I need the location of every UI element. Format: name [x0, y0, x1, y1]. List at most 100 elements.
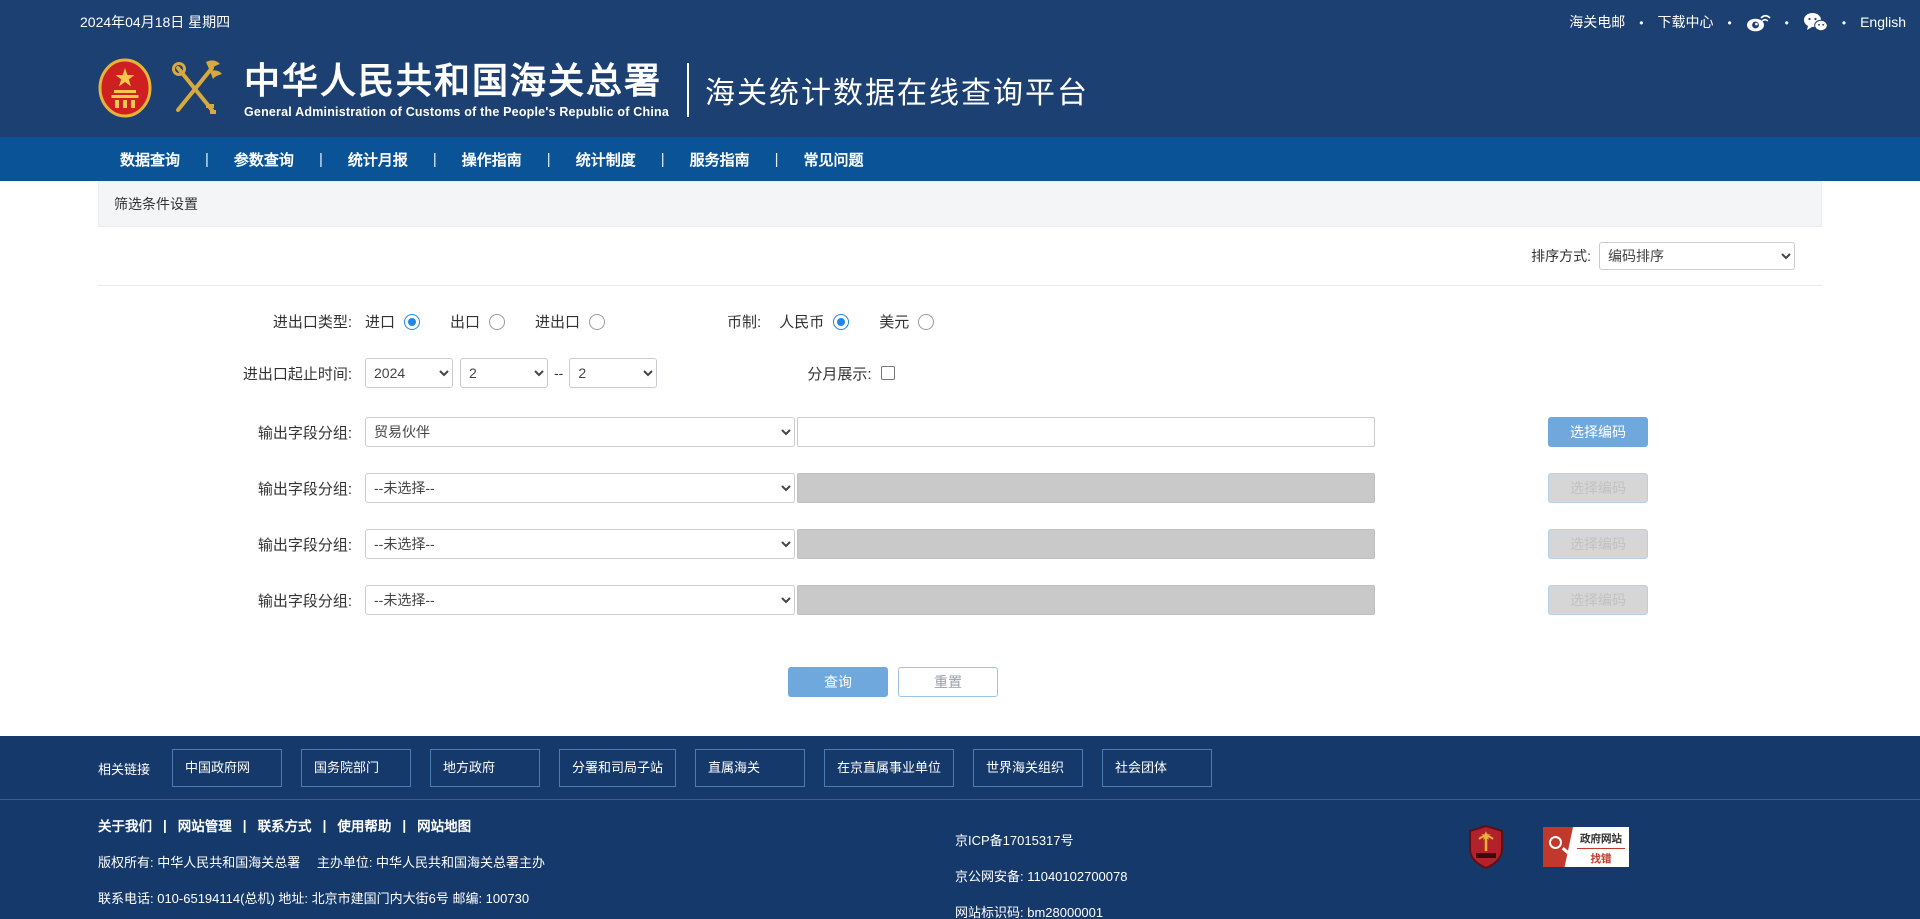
magnifier-icon	[1543, 827, 1573, 867]
download-center-link[interactable]: 下载中心	[1657, 12, 1713, 32]
nav-item-param-query[interactable]: 参数查询	[234, 149, 294, 170]
monthly-display-checkbox[interactable]	[881, 366, 895, 380]
footer-registration-block: 京ICP备17015317号 京公网安备: 11040102700078 网站标…	[955, 830, 1127, 919]
footer-link-separator: |	[402, 818, 406, 833]
period-separator: --	[554, 365, 563, 381]
nav-separator: |	[433, 151, 437, 168]
footer-help-link[interactable]: 使用帮助	[337, 815, 391, 835]
police-badge-icon[interactable]	[1468, 825, 1504, 874]
year-select[interactable]: 2024	[365, 358, 453, 388]
period-label: 进出口起止时间:	[98, 363, 352, 384]
output-group-row-3: 输出字段分组: --未选择-- 选择编码	[98, 529, 1822, 559]
footer-sitemap-link[interactable]: 网站地图	[417, 815, 471, 835]
nav-item-operation-guide[interactable]: 操作指南	[462, 149, 522, 170]
footer: 相关链接 中国政府网 国务院部门 地方政府 分署和司局子站 直属海关 在京直属事…	[0, 736, 1920, 919]
footer-link-social-orgs[interactable]: 社会团体	[1102, 749, 1212, 787]
dot-separator	[1713, 14, 1745, 30]
period-controls: 2024 2 -- 2 分月展示:	[365, 358, 895, 388]
customs-emblem-icon	[166, 58, 224, 123]
output-group-label: 输出字段分组:	[98, 534, 352, 555]
trade-type-label: 进出口类型:	[98, 311, 352, 332]
dot-separator	[1828, 14, 1860, 30]
output-group-controls: 贸易伙伴 选择编码	[365, 417, 1822, 447]
national-emblem-icon	[98, 58, 152, 123]
site-header: 中华人民共和国海关总署 General Administration of Cu…	[0, 43, 1920, 137]
error-report-badge[interactable]: 政府网站 找错	[1543, 827, 1629, 867]
radio-import-export[interactable]: 进出口	[535, 311, 605, 332]
footer-link-beijing-units[interactable]: 在京直属事业单位	[824, 749, 954, 787]
dot-separator	[1771, 14, 1803, 30]
related-links-row: 相关链接 中国政府网 国务院部门 地方政府 分署和司局子站 直属海关 在京直属事…	[98, 749, 1822, 787]
footer-link-direct-customs[interactable]: 直属海关	[695, 749, 805, 787]
top-bar: 2024年04月18日 星期四 海关电邮 下载中心	[0, 0, 1920, 43]
select-code-button-2: 选择编码	[1548, 473, 1648, 503]
error-badge-line2: 找错	[1573, 851, 1629, 866]
period-row: 进出口起止时间: 2024 2 -- 2 分月展示:	[98, 358, 1822, 388]
platform-title: 海关统计数据在线查询平台	[705, 68, 1089, 112]
output-group-input-4	[797, 585, 1375, 615]
weibo-icon[interactable]	[1746, 12, 1771, 32]
footer-link-local-gov[interactable]: 地方政府	[430, 749, 540, 787]
output-group-input-2	[797, 473, 1375, 503]
footer-link-separator: |	[163, 818, 167, 833]
sort-select[interactable]: 编码排序	[1599, 242, 1795, 270]
output-group-label: 输出字段分组:	[98, 422, 352, 443]
nav-item-service-guide[interactable]: 服务指南	[690, 149, 750, 170]
nav-item-monthly-report[interactable]: 统计月报	[348, 149, 408, 170]
radio-export-circle	[489, 314, 505, 330]
section-divider	[98, 285, 1822, 286]
footer-contact-link[interactable]: 联系方式	[258, 815, 312, 835]
radio-usd[interactable]: 美元	[879, 311, 934, 332]
footer-bottom: 关于我们 | 网站管理 | 联系方式 | 使用帮助 | 网站地图 版权所有: 中…	[0, 799, 1920, 906]
output-group-row-1: 输出字段分组: 贸易伙伴 选择编码	[98, 417, 1822, 447]
footer-link-separator: |	[243, 818, 247, 833]
sort-label: 排序方式:	[1531, 246, 1591, 266]
output-group-controls: --未选择-- 选择编码	[365, 473, 1822, 503]
radio-export[interactable]: 出口	[450, 311, 505, 332]
footer-link-gov-portal[interactable]: 中国政府网	[172, 749, 282, 787]
select-code-button-4: 选择编码	[1548, 585, 1648, 615]
nav-item-statistics-system[interactable]: 统计制度	[576, 149, 636, 170]
start-month-select[interactable]: 2	[460, 358, 548, 388]
footer-bottom-inner: 关于我们 | 网站管理 | 联系方式 | 使用帮助 | 网站地图 版权所有: 中…	[98, 815, 1822, 906]
customs-mail-link[interactable]: 海关电邮	[1569, 12, 1625, 32]
error-badge-line1: 政府网站	[1573, 831, 1629, 846]
select-code-button-1[interactable]: 选择编码	[1548, 417, 1648, 447]
radio-export-label: 出口	[450, 311, 480, 332]
org-name-cn: 中华人民共和国海关总署	[244, 62, 669, 100]
select-code-button-3: 选择编码	[1548, 529, 1648, 559]
main-content: 筛选条件设置 排序方式: 编码排序 进出口类型: 进口 出口 进出口 币制:	[98, 181, 1822, 736]
trade-type-controls: 进口 出口 进出口 币制: 人民币 美元	[365, 311, 964, 332]
site-identification-code: 网站标识码: bm28000001	[955, 902, 1127, 919]
query-button[interactable]: 查询	[788, 667, 888, 697]
output-group-select-4[interactable]: --未选择--	[365, 585, 795, 615]
top-bar-links: 海关电邮 下载中心 Englis	[1569, 12, 1906, 32]
dot-separator	[1625, 14, 1657, 30]
currency-label: 币制:	[727, 311, 761, 332]
nav-item-faq[interactable]: 常见问题	[804, 149, 864, 170]
nav-item-data-query[interactable]: 数据查询	[120, 149, 180, 170]
footer-link-separator: |	[323, 818, 327, 833]
footer-link-branch-sites[interactable]: 分署和司局子站	[559, 749, 676, 787]
radio-usd-label: 美元	[879, 311, 909, 332]
output-group-select-3[interactable]: --未选择--	[365, 529, 795, 559]
output-group-select-2[interactable]: --未选择--	[365, 473, 795, 503]
icp-number: 京ICP备17015317号	[955, 830, 1127, 849]
output-group-input-1[interactable]	[797, 417, 1375, 447]
wechat-icon[interactable]	[1803, 12, 1828, 32]
footer-link-state-council[interactable]: 国务院部门	[301, 749, 411, 787]
end-month-select[interactable]: 2	[569, 358, 657, 388]
output-group-input-3	[797, 529, 1375, 559]
language-toggle-english[interactable]: English	[1860, 14, 1906, 30]
footer-link-wco[interactable]: 世界海关组织	[973, 749, 1083, 787]
current-date: 2024年04月18日 星期四	[80, 12, 230, 32]
footer-about-link[interactable]: 关于我们	[98, 815, 152, 835]
radio-import[interactable]: 进口	[365, 311, 420, 332]
main-nav: 数据查询 | 参数查询 | 统计月报 | 操作指南 | 统计制度 | 服务指南 …	[0, 137, 1920, 181]
radio-rmb[interactable]: 人民币	[779, 311, 849, 332]
footer-site-admin-link[interactable]: 网站管理	[178, 815, 232, 835]
nav-separator: |	[319, 151, 323, 168]
radio-rmb-label: 人民币	[779, 311, 824, 332]
output-group-select-1[interactable]: 贸易伙伴	[365, 417, 795, 447]
reset-button[interactable]: 重置	[898, 667, 998, 697]
